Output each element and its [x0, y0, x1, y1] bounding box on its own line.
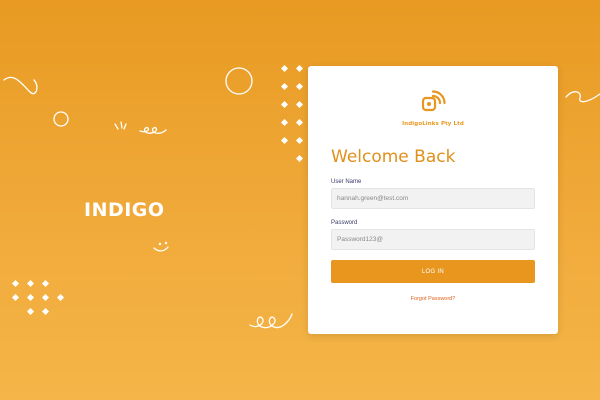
username-label: User Name — [331, 179, 362, 185]
username-input[interactable] — [331, 188, 535, 209]
loops-bottom — [249, 313, 293, 329]
company-name: IndigoLinks Pty Ltd — [402, 121, 464, 127]
smile-doodle — [153, 246, 169, 252]
circle-large — [225, 67, 253, 95]
password-input[interactable] — [331, 229, 535, 250]
welcome-heading: Welcome Back — [331, 147, 456, 167]
forgot-password-link[interactable]: Forgot Password? — [308, 296, 558, 302]
circle-small — [53, 111, 69, 127]
password-label: Password — [331, 220, 358, 226]
dash-marks — [114, 121, 127, 130]
login-button[interactable]: LOG IN — [331, 260, 535, 283]
wifi-signal-logo-icon — [421, 90, 446, 112]
company-logo: IndigoLinks Pty Ltd — [308, 90, 558, 127]
dot-grid — [11, 279, 65, 316]
loop-squiggle — [139, 126, 167, 134]
brand-title: INDIGO — [84, 199, 165, 221]
login-card: IndigoLinks Pty Ltd Welcome Back User Na… — [308, 66, 558, 334]
squiggle-left — [3, 76, 38, 95]
squiggle-right — [565, 91, 600, 103]
